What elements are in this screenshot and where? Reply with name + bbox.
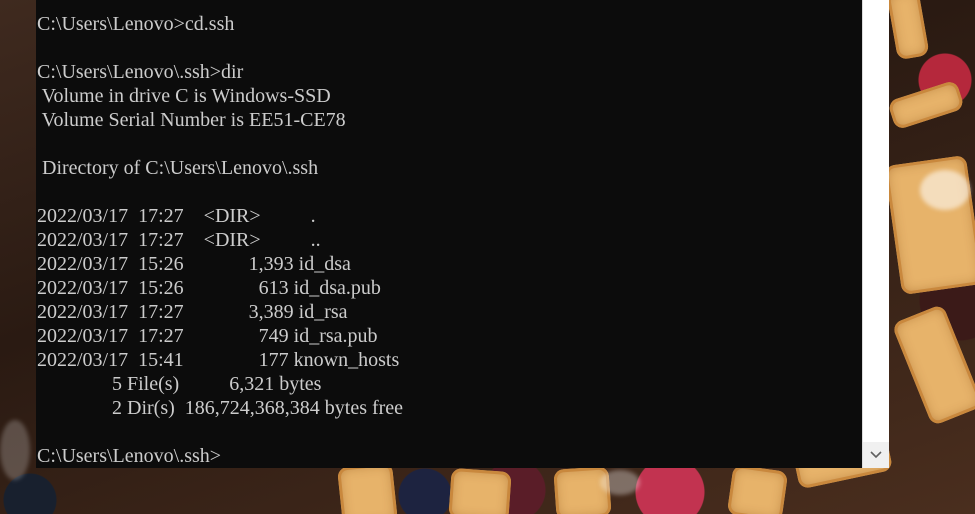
console-line: Volume Serial Number is EE51-CE78 xyxy=(37,109,346,131)
waffle-piece xyxy=(448,467,512,514)
waffle-piece xyxy=(891,303,975,427)
scroll-down-button[interactable] xyxy=(863,442,889,468)
powdered-sugar xyxy=(600,470,640,495)
waffle-piece xyxy=(886,0,930,61)
console-line: 2022/03/17 17:27 <DIR> .. xyxy=(37,229,321,251)
powdered-sugar xyxy=(0,420,30,480)
console-line: C:\Users\Lenovo>cd.ssh xyxy=(37,13,235,35)
chevron-down-icon xyxy=(870,446,882,464)
console-line: C:\Users\Lenovo\.ssh>dir xyxy=(37,61,244,83)
console-line: 2022/03/17 15:41 177 known_hosts xyxy=(37,349,400,371)
waffle-piece xyxy=(553,466,612,514)
powdered-sugar xyxy=(920,170,970,210)
console-line: 2 Dir(s) 186,724,368,384 bytes free xyxy=(37,397,404,419)
scrollbar-thumb[interactable] xyxy=(863,0,889,442)
console-line: Volume in drive C is Windows-SSD xyxy=(37,85,331,107)
waffle-piece xyxy=(337,462,398,514)
console-line: 2022/03/17 17:27 <DIR> . xyxy=(37,205,316,227)
waffle-piece xyxy=(887,79,965,131)
console-line: 2022/03/17 15:26 613 id_dsa.pub xyxy=(37,277,381,299)
vertical-scrollbar[interactable] xyxy=(862,0,889,468)
console-window[interactable]: C:\Users\Lenovo>cd.ssh C:\Users\Lenovo\.s… xyxy=(36,0,862,468)
console-line: 2022/03/17 15:26 1,393 id_dsa xyxy=(37,253,351,275)
waffle-piece xyxy=(726,464,789,514)
console-line: 2022/03/17 17:27 749 id_rsa.pub xyxy=(37,325,378,347)
console-line: Directory of C:\Users\Lenovo\.ssh xyxy=(37,157,319,179)
console-line: 2022/03/17 17:27 3,389 id_rsa xyxy=(37,301,348,323)
console-output[interactable]: C:\Users\Lenovo>cd.ssh C:\Users\Lenovo\.s… xyxy=(36,0,862,468)
console-line: 5 File(s) 6,321 bytes xyxy=(37,373,322,395)
console-prompt-line[interactable]: C:\Users\Lenovo\.ssh> xyxy=(37,444,862,468)
